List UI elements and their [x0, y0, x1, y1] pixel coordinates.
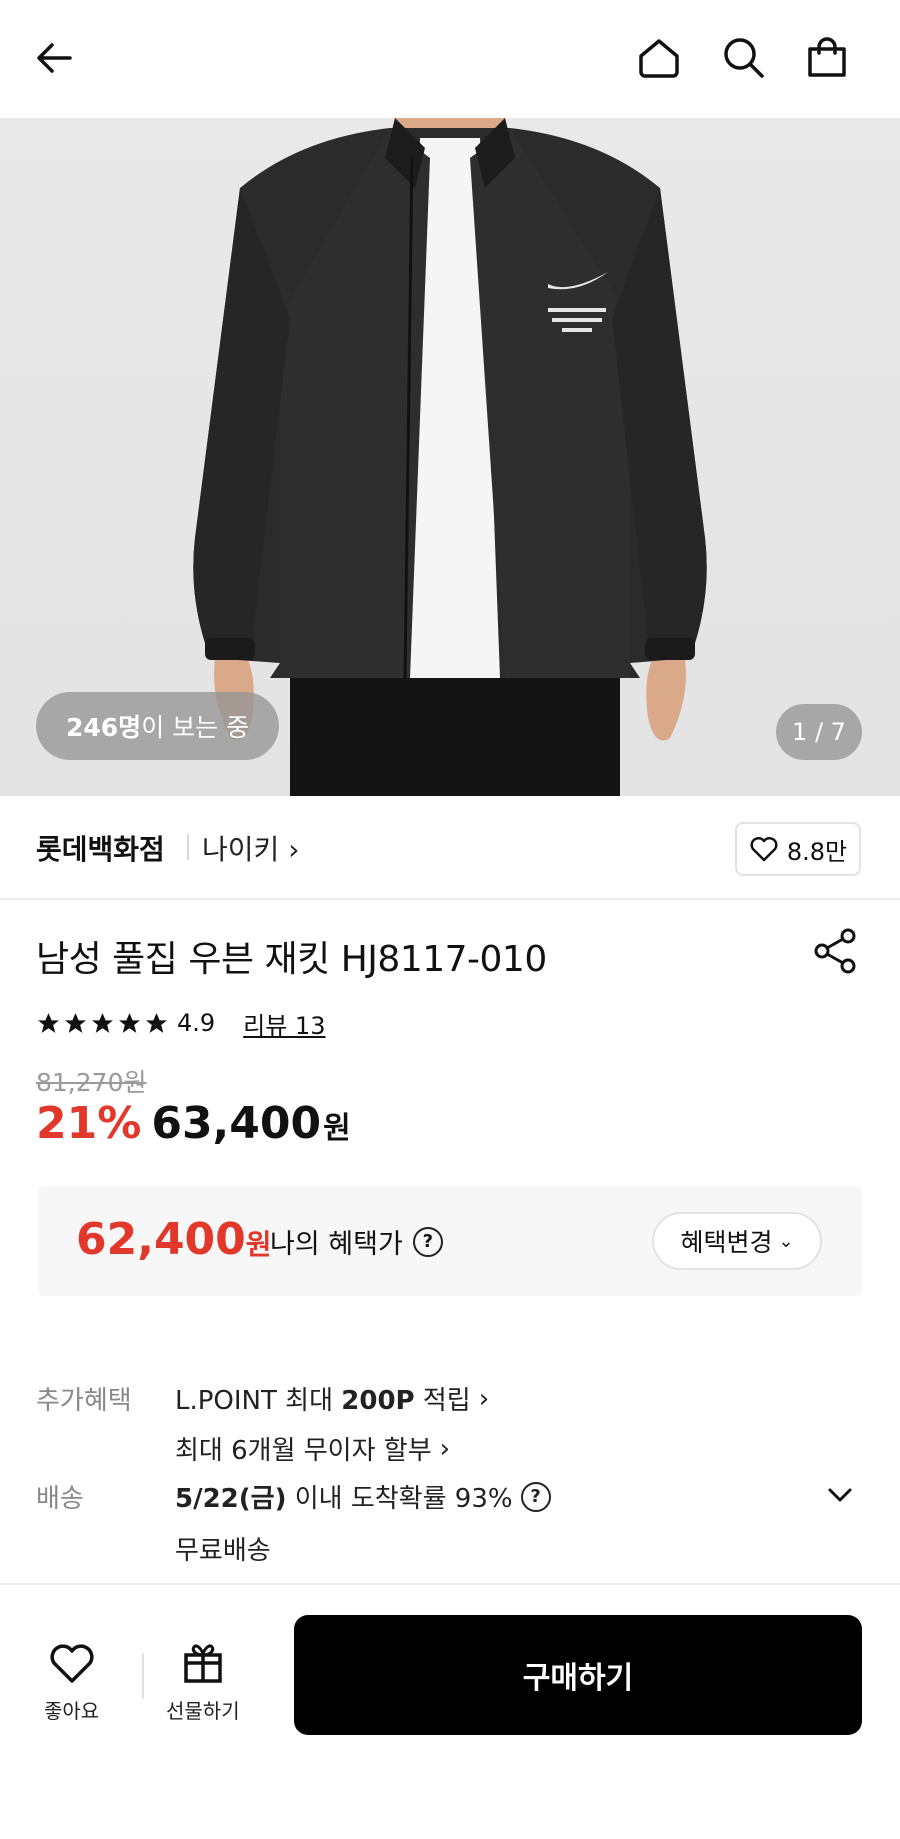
brand-name: 나이키: [202, 833, 280, 866]
star-rating: [36, 1011, 169, 1036]
like-label: 좋아요: [44, 1699, 100, 1723]
gift-label: 선물하기: [166, 1699, 240, 1723]
star-icon: [38, 1012, 59, 1033]
star-icon: [65, 1012, 86, 1033]
search-icon: [724, 38, 764, 78]
chevron-right-icon: ›: [478, 1383, 490, 1414]
gift-button[interactable]: 선물하기: [166, 1637, 240, 1724]
live-viewers-badge: 246명 이 보는 중: [36, 692, 280, 760]
home-button[interactable]: [631, 30, 687, 86]
brand-link[interactable]: 나이키 ›: [202, 828, 299, 868]
chevron-down-icon: [828, 1488, 852, 1502]
heart-icon: [750, 836, 778, 862]
buy-button[interactable]: 구매하기: [294, 1615, 862, 1735]
benefit-change-label: 혜택변경: [680, 1228, 773, 1257]
currency-unit: 원: [323, 1111, 351, 1146]
image-pager: 1 / 7: [776, 704, 862, 760]
benefit-price: 62,400원: [76, 1214, 272, 1265]
installment-text: 최대 6개월 무이자 할부: [175, 1436, 432, 1466]
review-link[interactable]: 리뷰 13: [243, 1006, 325, 1041]
divider: [187, 834, 189, 860]
extra-benefit-label: 추가혜택: [36, 1386, 132, 1416]
like-button[interactable]: 좋아요: [44, 1637, 99, 1724]
wishlist-count: 8.8만: [786, 837, 848, 866]
star-icon: [92, 1012, 113, 1033]
shipping-desc: 이내 도착확률 93%: [286, 1484, 513, 1514]
bottom-action-bar: 좋아요 선물하기 구매하기: [0, 1583, 900, 1839]
heart-icon: [50, 1644, 94, 1683]
installment-benefit-link[interactable]: 최대 6개월 무이자 할부 ›: [175, 1430, 450, 1467]
home-icon: [639, 39, 679, 78]
help-icon[interactable]: ?: [520, 1481, 551, 1512]
store-name: 롯데백화점: [36, 833, 165, 866]
viewers-count: 246명: [66, 713, 142, 742]
lpoint-amount: 200P: [341, 1386, 415, 1416]
chevron-right-icon: ›: [288, 833, 300, 866]
benefit-change-button[interactable]: 혜택변경 ⌄: [652, 1212, 822, 1270]
rating-row: 4.9 리뷰 13: [36, 1005, 326, 1041]
benefit-label: 나의 혜택가: [270, 1229, 403, 1260]
lpoint-suffix: 적립: [414, 1386, 471, 1416]
product-title: 남성 풀집 우븐 재킷 HJ8117-010: [36, 939, 547, 980]
shipping-date: 5/22(금): [175, 1484, 287, 1514]
chevron-down-icon: ⌄: [778, 1230, 794, 1252]
shipping-eta: 5/22(금) 이내 도착확률 93% ?: [175, 1478, 551, 1515]
divider: [142, 1653, 144, 1699]
star-icon: [146, 1012, 167, 1033]
gift-icon: [184, 1644, 222, 1683]
back-button[interactable]: [27, 30, 83, 86]
help-icon[interactable]: ?: [412, 1226, 443, 1257]
shipping-label: 배송: [36, 1484, 84, 1514]
product-image-carousel[interactable]: 246명 이 보는 중 1 / 7: [0, 118, 900, 796]
benefit-label-group: 나의 혜택가 ?: [270, 1222, 443, 1261]
share-icon: [814, 928, 856, 974]
wishlist-count-button[interactable]: 8.8만: [735, 822, 861, 876]
lpoint-prefix: L.POINT 최대: [175, 1386, 342, 1416]
shopping-bag-icon: [808, 37, 846, 77]
price-row: 21% 63,400 원: [36, 1098, 351, 1149]
shipping-expand-button[interactable]: [818, 1472, 862, 1516]
shipping-fee: 무료배송: [175, 1536, 271, 1566]
star-icon: [119, 1012, 140, 1033]
sale-price: 63,400: [151, 1098, 322, 1149]
chevron-right-icon: ›: [439, 1433, 451, 1464]
share-button[interactable]: [808, 924, 862, 978]
cart-button[interactable]: [799, 30, 855, 86]
original-price: 81,270원: [36, 1068, 147, 1097]
benefit-currency: 원: [245, 1228, 272, 1261]
store-brand-row: 롯데백화점 나이키 › 8.8만: [0, 796, 900, 900]
discount-rate: 21%: [36, 1098, 142, 1149]
rating-value: 4.9: [177, 1009, 216, 1037]
arrow-left-icon: [37, 43, 72, 73]
benefit-price-box: 62,400원 나의 혜택가 ? 혜택변경 ⌄: [38, 1186, 862, 1296]
search-button[interactable]: [716, 30, 772, 86]
lpoint-benefit-link[interactable]: L.POINT 최대 200P 적립 ›: [175, 1380, 489, 1417]
top-nav-bar: [0, 0, 900, 118]
viewers-suffix: 이 보는 중: [141, 713, 250, 742]
benefit-price-value: 62,400: [76, 1214, 246, 1265]
